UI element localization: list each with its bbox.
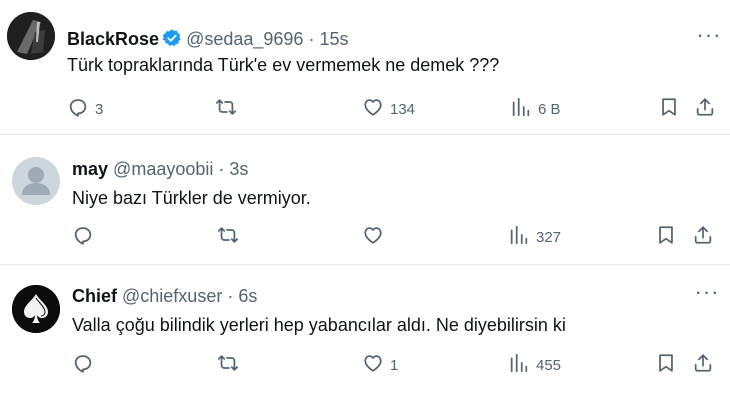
views-icon bbox=[508, 352, 530, 378]
tweet-card[interactable]: BlackRose @sedaa_9696 · 15s ··· Türk topr… bbox=[0, 0, 730, 135]
views-button[interactable]: 327 bbox=[508, 224, 561, 250]
author-handle[interactable]: @sedaa_9696 bbox=[186, 29, 303, 49]
reply-count: 3 bbox=[95, 100, 104, 118]
tweet-card[interactable]: Chief @chiefxuser · 6s ··· Valla çoğu bi… bbox=[0, 265, 730, 420]
more-icon[interactable]: ··· bbox=[696, 24, 722, 52]
action-bar: 3 134 6 B bbox=[0, 96, 730, 122]
bookmark-button[interactable] bbox=[658, 96, 680, 122]
bookmark-button[interactable] bbox=[655, 224, 677, 250]
views-count: 6 B bbox=[538, 100, 561, 118]
author-name[interactable]: Chief bbox=[72, 286, 117, 306]
like-icon bbox=[362, 352, 384, 378]
separator-dot: · bbox=[308, 29, 315, 49]
tweet-text: Niye bazı Türkler de vermiyor. bbox=[72, 188, 311, 208]
share-icon bbox=[692, 352, 714, 378]
tweet-text: Türk topraklarında Türk'e ev vermemek ne… bbox=[67, 55, 500, 75]
views-button[interactable]: 6 B bbox=[510, 96, 561, 122]
like-count: 134 bbox=[390, 100, 416, 118]
views-count: 455 bbox=[536, 356, 562, 374]
avatar[interactable] bbox=[12, 157, 60, 205]
separator-dot: · bbox=[218, 159, 225, 179]
like-button[interactable] bbox=[362, 224, 390, 250]
tweet-card[interactable]: may @maayoobii · 3s Niye bazı Türkler de… bbox=[0, 135, 730, 265]
views-count: 327 bbox=[536, 228, 562, 246]
share-button[interactable] bbox=[694, 96, 716, 122]
views-icon bbox=[510, 96, 532, 122]
bookmark-icon bbox=[658, 96, 680, 122]
retweet-icon bbox=[217, 352, 239, 378]
reply-icon bbox=[72, 224, 94, 250]
like-icon bbox=[362, 96, 384, 122]
author-name[interactable]: may bbox=[72, 159, 108, 179]
retweet-button[interactable] bbox=[217, 224, 245, 250]
author-name[interactable]: BlackRose bbox=[67, 29, 159, 49]
like-icon bbox=[362, 224, 384, 250]
avatar[interactable] bbox=[12, 285, 60, 333]
retweet-button[interactable] bbox=[215, 96, 243, 122]
more-icon[interactable]: ··· bbox=[694, 281, 720, 309]
like-button[interactable]: 1 bbox=[362, 352, 398, 378]
timestamp[interactable]: 6s bbox=[238, 286, 257, 306]
reply-icon bbox=[67, 96, 89, 122]
timestamp[interactable]: 3s bbox=[229, 159, 248, 179]
like-button[interactable]: 134 bbox=[362, 96, 415, 122]
retweet-button[interactable] bbox=[217, 352, 245, 378]
retweet-icon bbox=[217, 224, 239, 250]
bookmark-button[interactable] bbox=[655, 352, 677, 378]
author-handle[interactable]: @chiefxuser bbox=[122, 286, 222, 306]
verified-badge-icon bbox=[162, 28, 182, 53]
author-handle[interactable]: @maayoobii bbox=[113, 159, 213, 179]
separator-dot: · bbox=[227, 286, 234, 306]
share-button[interactable] bbox=[692, 352, 714, 378]
bookmark-icon bbox=[655, 352, 677, 378]
reply-button[interactable] bbox=[72, 352, 100, 378]
action-bar: 1 455 bbox=[0, 352, 730, 378]
reply-button[interactable]: 3 bbox=[67, 96, 103, 122]
action-bar: 327 bbox=[0, 224, 730, 250]
avatar[interactable] bbox=[7, 12, 55, 60]
retweet-icon bbox=[215, 96, 237, 122]
like-count: 1 bbox=[390, 356, 399, 374]
bookmark-icon bbox=[655, 224, 677, 250]
reply-icon bbox=[72, 352, 94, 378]
share-icon bbox=[692, 224, 714, 250]
timestamp[interactable]: 15s bbox=[319, 29, 348, 49]
tweet-text: Valla çoğu bilindik yerleri hep yabancıl… bbox=[72, 315, 566, 335]
reply-button[interactable] bbox=[72, 224, 100, 250]
share-button[interactable] bbox=[692, 224, 714, 250]
views-icon bbox=[508, 224, 530, 250]
share-icon bbox=[694, 96, 716, 122]
views-button[interactable]: 455 bbox=[508, 352, 561, 378]
